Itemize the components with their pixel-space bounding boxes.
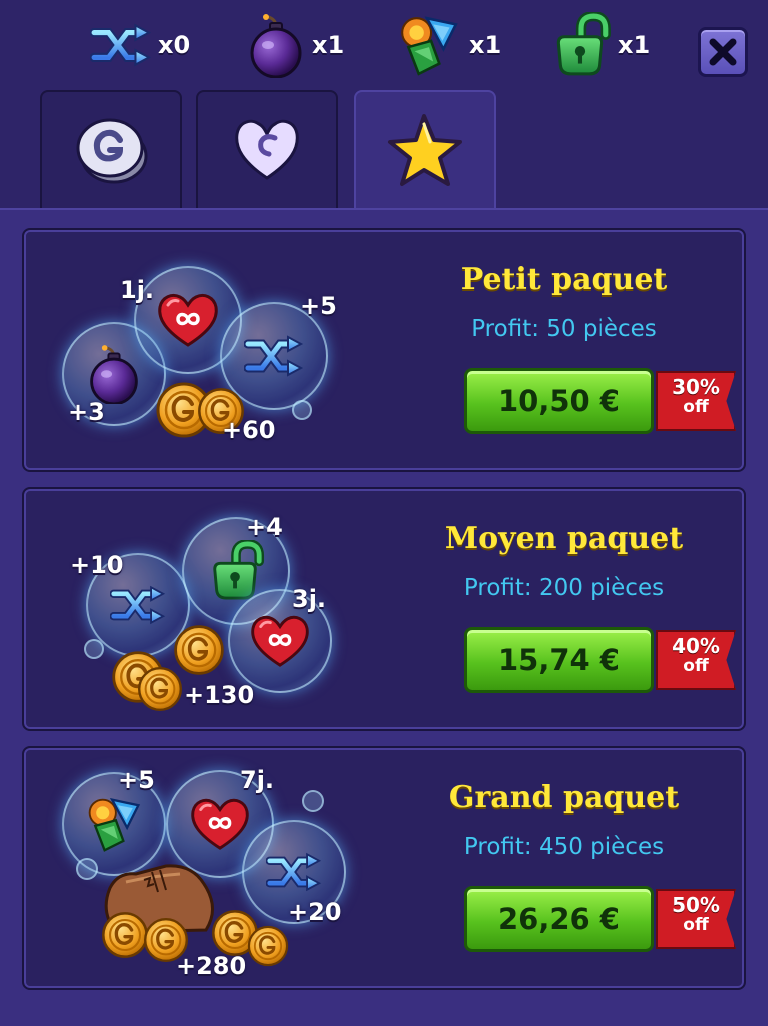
heart-duration-label: 1j. [120,276,155,304]
coin-amount-label: +130 [184,681,255,709]
shuffle-icon [90,22,152,68]
discount-percent: 40% [672,634,720,658]
tab-coins[interactable] [40,90,182,208]
close-button[interactable] [698,27,748,77]
lock-count: x1 [618,31,651,59]
coin-amount-label: +60 [222,416,276,444]
pack-title: Grand paquet [448,780,680,815]
gems-count: x1 [469,31,502,59]
coin-icon [246,924,290,968]
close-icon [709,38,737,66]
discount-ribbon: 50% off [656,889,736,949]
pack-title: Moyen paquet [444,521,684,556]
pack-card-medium: +4 +10 3j. +130 Moyen paquet Profit: 200… [22,487,746,731]
gems-icon [395,12,463,78]
shuffle-icon [110,584,166,626]
gems-amount-label: +5 [118,766,155,794]
shuffle-counter: x0 [90,12,190,78]
bomb-icon [246,12,306,78]
discount-ribbon: 30% off [656,371,736,431]
heart-duration-label: 7j. [240,766,275,794]
discount-off: off [683,656,709,676]
shuffle-amount-label: +10 [70,551,124,579]
lock-amount-label: +4 [246,513,283,541]
star-icon [388,114,462,186]
pack-profit: Profit: 200 pièces [463,575,665,601]
gems-icon [84,794,144,854]
shuffle-amount-label: +20 [288,898,342,926]
buy-button-small[interactable]: 10,50 € [464,368,654,434]
buy-button-medium[interactable]: 15,74 € [464,627,654,693]
discount-off: off [683,397,709,417]
coin-icon [136,665,184,713]
shuffle-count: x0 [158,31,191,59]
silver-coin-icon [76,118,148,184]
lock-counter: x1 [550,12,650,78]
pack-card-small: 1j. +5 +3 +60 Petit paquet Profit: 50 pi… [22,228,746,472]
buy-button-large[interactable]: 26,26 € [464,886,654,952]
discount-off: off [683,915,709,935]
heart-infinity-icon [249,613,311,669]
shuffle-icon [266,851,322,893]
bomb-count: x1 [312,31,345,59]
resource-bar: x0 x1 x1 x1 [0,0,768,90]
lock-icon [207,540,265,602]
bomb-counter: x1 [246,12,344,78]
offers-panel: 1j. +5 +3 +60 Petit paquet Profit: 50 pi… [0,208,768,1026]
discount-ribbon: 40% off [656,630,736,690]
coin-amount-label: +280 [176,952,247,980]
heart-duration-label: 3j. [292,585,327,613]
shuffle-icon [244,334,304,378]
discount-percent: 50% [672,893,720,917]
pack-profit: Profit: 50 pièces [471,316,657,342]
heart-infinity-icon [156,291,220,349]
bomb-amount-label: +3 [68,398,105,426]
tab-star[interactable] [354,90,496,210]
pack-title: Petit paquet [460,262,668,297]
pack-profit: Profit: 450 pièces [463,834,665,860]
pack-card-large: +5 7j. +20 +280 Grand paquet Profit: 450… [22,746,746,990]
tab-hearts[interactable] [196,90,338,208]
heart-infinity-icon [189,796,251,852]
lock-icon [550,12,612,78]
shop-tabs [0,90,768,210]
heart-icon [235,119,299,180]
discount-percent: 30% [672,375,720,399]
shuffle-amount-label: +5 [300,292,337,320]
gems-counter: x1 [395,12,501,78]
bomb-icon [86,344,142,404]
